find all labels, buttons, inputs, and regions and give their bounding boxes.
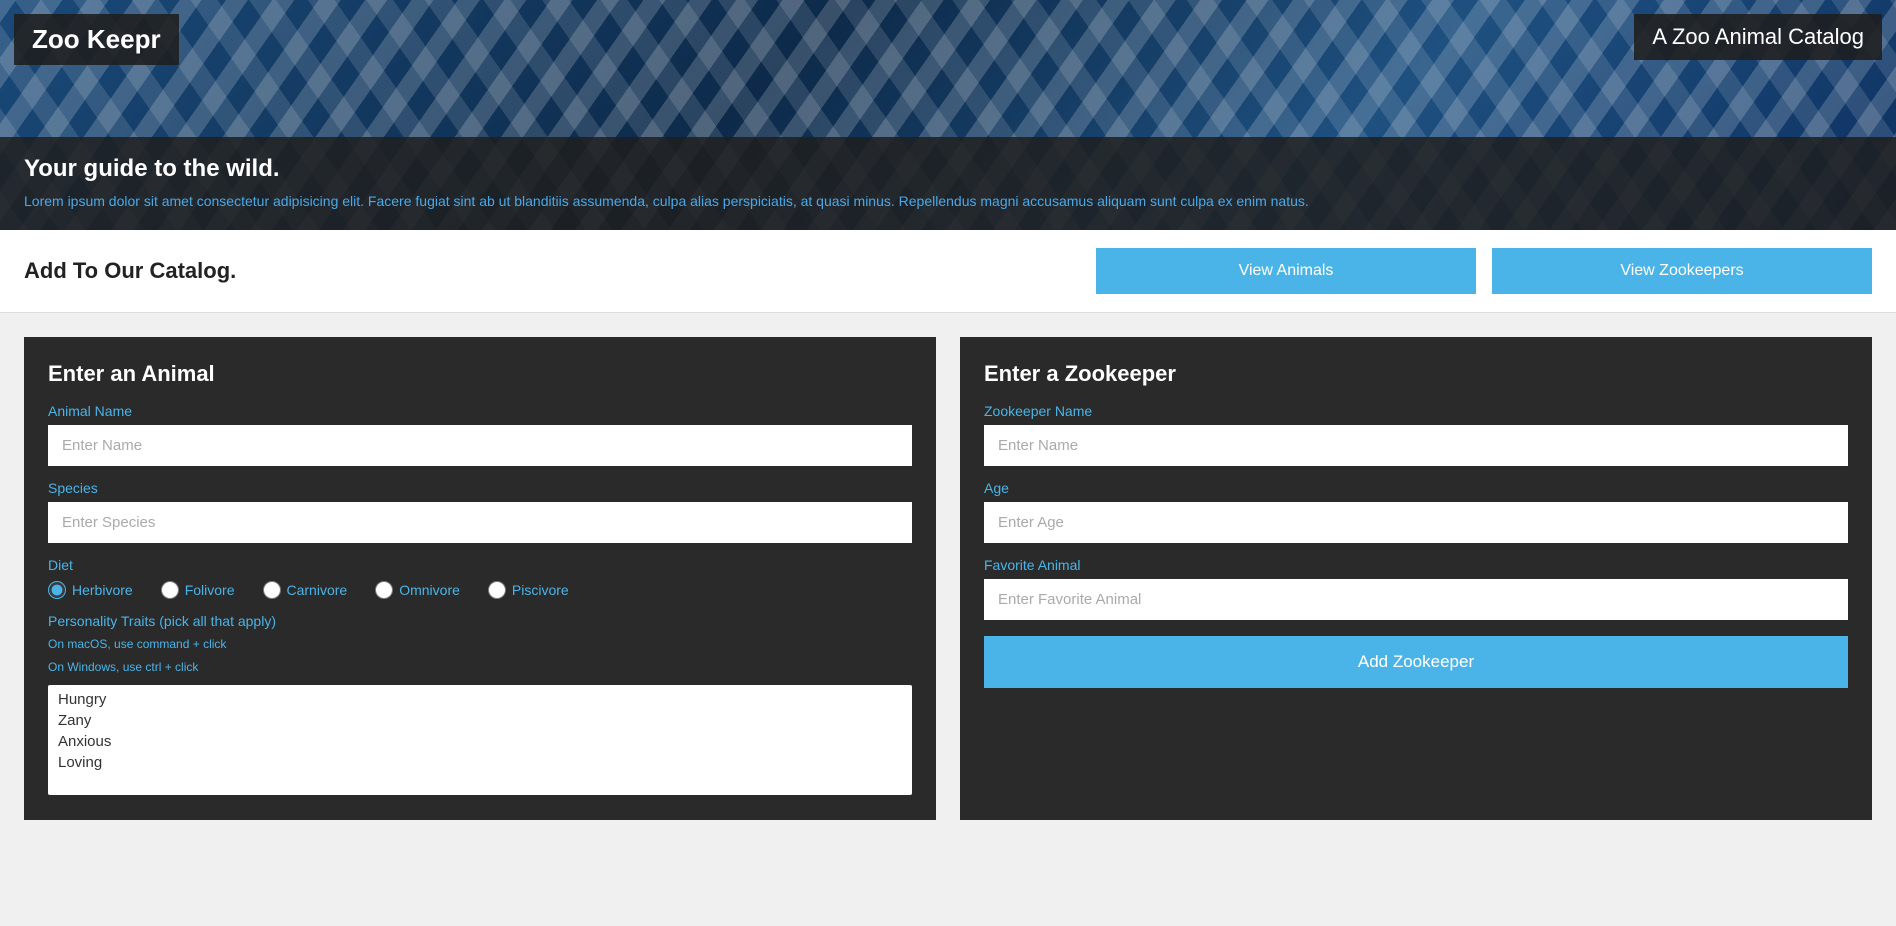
- diet-piscivore-label: Piscivore: [512, 582, 569, 598]
- traits-label: Personality Traits (pick all that apply): [48, 613, 912, 629]
- zookeeper-name-label: Zookeeper Name: [984, 403, 1848, 419]
- app-title-box: Zoo Keepr: [14, 14, 179, 65]
- animal-name-label: Animal Name: [48, 403, 912, 419]
- diet-piscivore-radio[interactable]: [488, 581, 506, 599]
- diet-herbivore-label: Herbivore: [72, 582, 133, 598]
- diet-omnivore-label: Omnivore: [399, 582, 460, 598]
- diet-carnivore-label: Carnivore: [287, 582, 348, 598]
- diet-folivore-label: Folivore: [185, 582, 235, 598]
- navbar: Add To Our Catalog. View Animals View Zo…: [0, 230, 1896, 313]
- diet-carnivore[interactable]: Carnivore: [263, 581, 348, 599]
- zookeeper-form-panel: Enter a Zookeeper Zookeeper Name Age Fav…: [960, 337, 1872, 820]
- diet-herbivore-radio[interactable]: [48, 581, 66, 599]
- animal-name-input[interactable]: [48, 425, 912, 466]
- view-zookeepers-button[interactable]: View Zookeepers: [1492, 248, 1872, 294]
- hero-section: Zoo Keepr A Zoo Animal Catalog Your guid…: [0, 0, 1896, 230]
- diet-omnivore-radio[interactable]: [375, 581, 393, 599]
- animal-diet-label: Diet: [48, 557, 912, 573]
- diet-carnivore-radio[interactable]: [263, 581, 281, 599]
- app-subtitle: A Zoo Animal Catalog: [1652, 24, 1864, 49]
- view-animals-button[interactable]: View Animals: [1096, 248, 1476, 294]
- hero-tagline: Your guide to the wild.: [24, 155, 1872, 183]
- traits-select[interactable]: Hungry Zany Anxious Loving: [48, 685, 912, 795]
- zookeeper-age-input[interactable]: [984, 502, 1848, 543]
- animal-species-input[interactable]: [48, 502, 912, 543]
- add-zookeeper-button[interactable]: Add Zookeeper: [984, 636, 1848, 688]
- animal-form-title: Enter an Animal: [48, 361, 912, 387]
- diet-folivore[interactable]: Folivore: [161, 581, 235, 599]
- navbar-title: Add To Our Catalog.: [24, 258, 1080, 284]
- zookeeper-name-input[interactable]: [984, 425, 1848, 466]
- diet-herbivore[interactable]: Herbivore: [48, 581, 133, 599]
- zookeeper-form-title: Enter a Zookeeper: [984, 361, 1848, 387]
- app-title: Zoo Keepr: [32, 24, 161, 54]
- traits-hint-mac: On macOS, use command + click: [48, 635, 912, 654]
- traits-hint-win: On Windows, use ctrl + click: [48, 658, 912, 677]
- zookeeper-age-label: Age: [984, 480, 1848, 496]
- diet-folivore-radio[interactable]: [161, 581, 179, 599]
- diet-omnivore[interactable]: Omnivore: [375, 581, 460, 599]
- diet-piscivore[interactable]: Piscivore: [488, 581, 569, 599]
- hero-overlay: Your guide to the wild. Lorem ipsum dolo…: [0, 137, 1896, 230]
- hero-description: Lorem ipsum dolor sit amet consectetur a…: [24, 191, 1872, 212]
- trait-loving[interactable]: Loving: [52, 752, 908, 773]
- trait-zany[interactable]: Zany: [52, 710, 908, 731]
- animal-form-panel: Enter an Animal Animal Name Species Diet…: [24, 337, 936, 820]
- diet-radio-group: Herbivore Folivore Carnivore Omnivore Pi…: [48, 581, 912, 599]
- animal-species-label: Species: [48, 480, 912, 496]
- trait-hungry[interactable]: Hungry: [52, 689, 908, 710]
- zookeeper-favorite-input[interactable]: [984, 579, 1848, 620]
- trait-anxious[interactable]: Anxious: [52, 731, 908, 752]
- zookeeper-favorite-label: Favorite Animal: [984, 557, 1848, 573]
- main-content: Enter an Animal Animal Name Species Diet…: [0, 313, 1896, 844]
- app-subtitle-box: A Zoo Animal Catalog: [1634, 14, 1882, 60]
